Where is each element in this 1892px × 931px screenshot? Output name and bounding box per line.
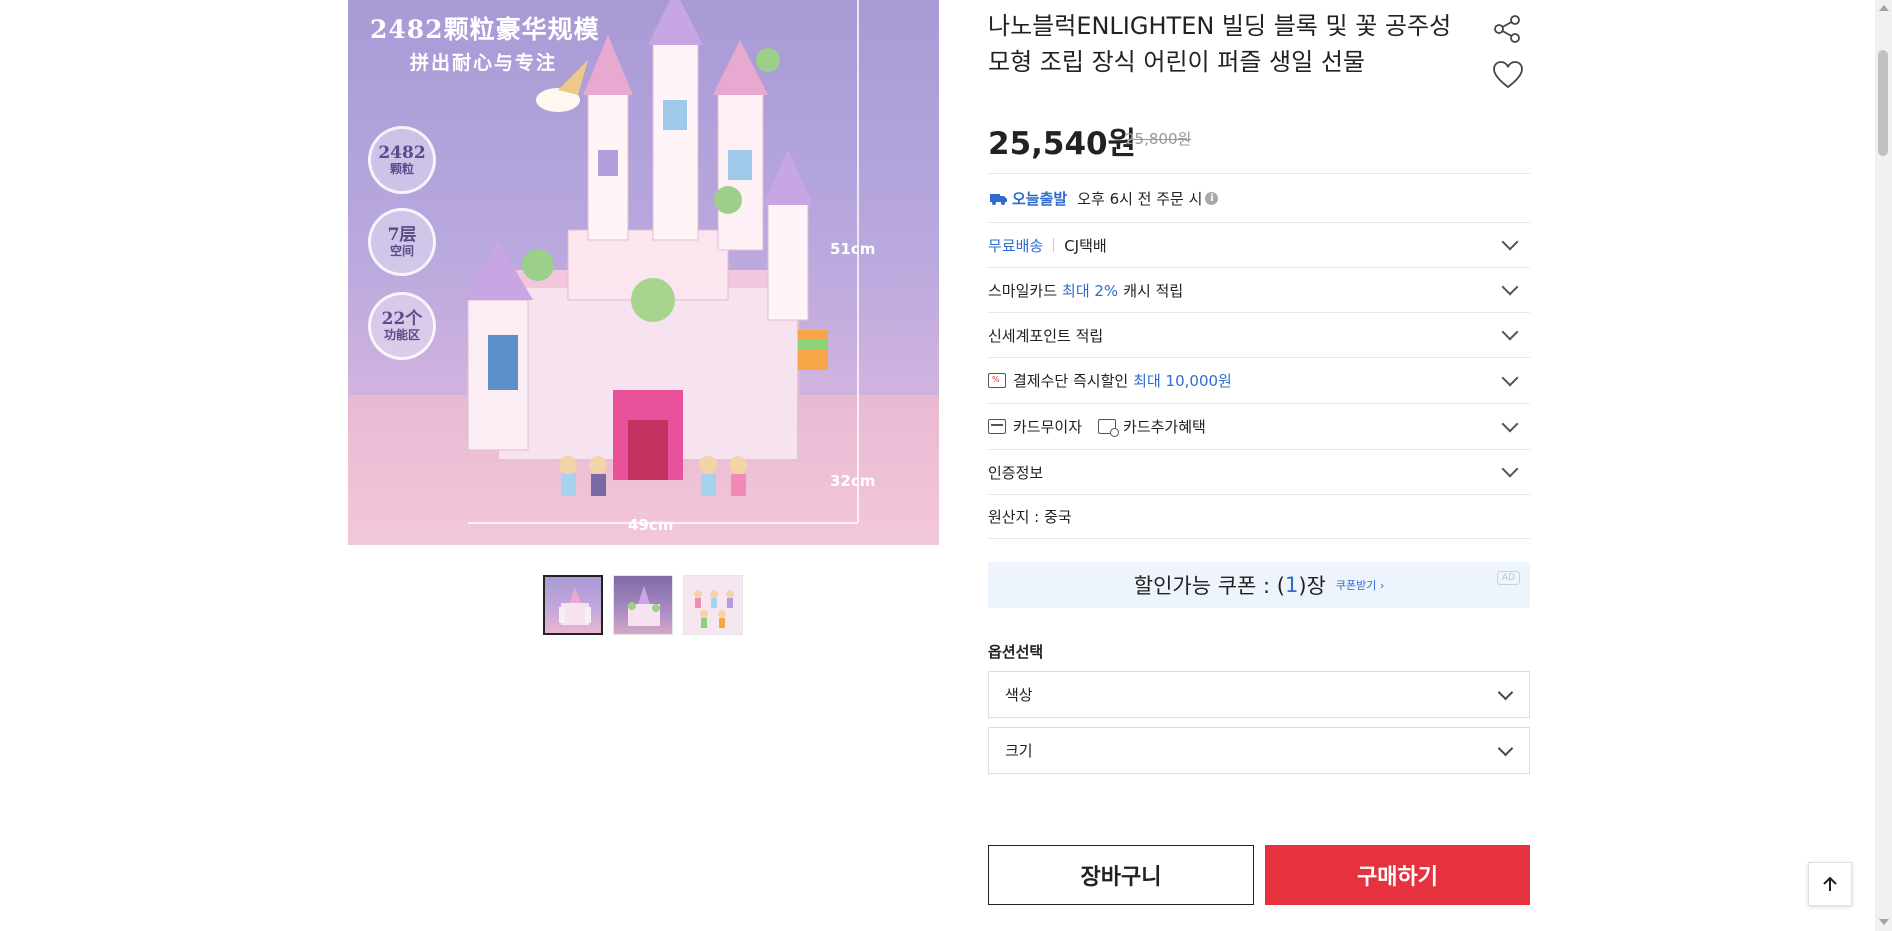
thumbnail-list: [543, 575, 743, 635]
smilecard-highlight: 최대 2%: [1062, 281, 1119, 300]
chevron-down-icon[interactable]: [1501, 323, 1519, 341]
share-icon[interactable]: [1492, 14, 1522, 44]
coupon-count: 1: [1284, 573, 1299, 597]
dimension-width-label: 49cm: [628, 516, 674, 534]
scrollbar[interactable]: [1875, 0, 1892, 931]
dimension-depth-label: 32cm: [830, 472, 876, 490]
option-select-title: 옵션선택: [988, 643, 1044, 661]
product-title: 나노블럭ENLIGHTEN 빌딩 블록 및 꽃 공주성 모형 조립 장식 어린이…: [988, 12, 1452, 76]
add-to-cart-button[interactable]: 장바구니: [988, 845, 1254, 905]
size-select[interactable]: 크기: [988, 727, 1530, 774]
chevron-down-icon: [1497, 684, 1514, 700]
today-shipping-text: 오후 6시 전 주문 시: [1077, 189, 1203, 208]
divider: [1053, 238, 1055, 252]
original-price: 25,800원: [1125, 130, 1192, 148]
delivery-icon: [990, 194, 1007, 205]
thumbnail-3[interactable]: [683, 575, 743, 635]
free-shipping-row[interactable]: 무료배송 CJ택배: [988, 222, 1530, 267]
thumbnail-2[interactable]: [613, 575, 673, 635]
shinsegae-point-row[interactable]: 신세계포인트 적립: [988, 312, 1530, 357]
product-page: 2482颗粒豪华规模 拼出耐心与专注 2482 颗粒 7层 空间 22个 功能区: [0, 0, 1892, 931]
payment-discount-prefix: 결제수단 즉시할인: [1013, 372, 1129, 390]
payment-discount-row[interactable]: % 결제수단 즉시할인 최대 10,000원: [988, 357, 1530, 403]
chevron-down-icon: [1497, 740, 1514, 756]
free-shipping-label: 무료배송: [988, 236, 1044, 255]
image-badge-pieces: 2482 颗粒: [368, 126, 436, 194]
coupon-suffix: )장: [1298, 574, 1326, 598]
scroll-up-arrow-icon[interactable]: [1879, 5, 1889, 11]
image-badge-areas: 22个 功能区: [368, 292, 436, 360]
main-product-image[interactable]: 2482颗粒豪华规模 拼出耐心与专注 2482 颗粒 7层 空间 22个 功能区: [348, 0, 939, 545]
today-shipping-row: 오늘출발 오후 6시 전 주문 시 i: [988, 173, 1530, 222]
color-select-label: 색상: [1005, 686, 1033, 704]
buy-now-button[interactable]: 구매하기: [1265, 845, 1530, 905]
card-installment-label: 카드무이자: [1013, 418, 1083, 436]
origin-text: 원산지 : 중국: [988, 508, 1072, 526]
smilecard-suffix: 캐시 적립: [1123, 281, 1184, 300]
discount-coupon-icon: %: [988, 373, 1006, 388]
image-badge-floors: 7层 空间: [368, 208, 436, 276]
color-select[interactable]: 색상: [988, 671, 1530, 718]
arrow-up-icon: [1823, 876, 1837, 891]
dimension-height-label: 51cm: [830, 240, 876, 258]
chevron-down-icon[interactable]: [1501, 278, 1519, 296]
chevron-down-icon[interactable]: [1501, 415, 1519, 432]
chevron-down-icon[interactable]: [1501, 233, 1519, 251]
shinsegae-point-text: 신세계포인트 적립: [988, 326, 1104, 345]
card-extra-icon: [1098, 419, 1120, 437]
dimension-line-vertical: [857, 0, 859, 437]
smilecard-row[interactable]: 스마일카드 최대 2% 캐시 적립: [988, 267, 1530, 312]
castle-illustration: [463, 0, 828, 496]
carrier-name: CJ택배: [1064, 236, 1107, 255]
origin-row: 원산지 : 중국: [988, 494, 1530, 539]
thumbnail-1[interactable]: [543, 575, 603, 635]
sale-price: 25,540원: [988, 126, 1137, 162]
coupon-prefix: 할인가능 쿠폰 : (: [1133, 574, 1285, 598]
scrollbar-thumb[interactable]: [1878, 50, 1888, 156]
coupon-banner[interactable]: 할인가능 쿠폰 : ( 1 )장 쿠폰받기 › AD: [988, 562, 1530, 608]
payment-discount-highlight: 최대 10,000원: [1133, 372, 1232, 390]
info-icon[interactable]: i: [1205, 191, 1219, 205]
certification-row[interactable]: 인증정보: [988, 449, 1530, 494]
ad-badge: AD: [1496, 571, 1520, 585]
today-shipping-label: 오늘출발: [1012, 189, 1068, 208]
card-extra-label: 카드추가혜택: [1123, 418, 1206, 436]
card-benefit-row[interactable]: 카드무이자 카드추가혜택: [988, 403, 1530, 449]
size-select-label: 크기: [1005, 742, 1033, 760]
heart-icon[interactable]: [1492, 60, 1524, 90]
certification-label: 인증정보: [988, 463, 1044, 482]
chevron-down-icon[interactable]: [1501, 460, 1519, 478]
get-coupon-link[interactable]: 쿠폰받기 ›: [1336, 577, 1384, 593]
scroll-top-button[interactable]: [1808, 862, 1852, 906]
card-icon: [988, 419, 1006, 434]
chevron-down-icon[interactable]: [1501, 369, 1519, 386]
scroll-down-arrow-icon[interactable]: [1879, 919, 1889, 925]
smilecard-prefix: 스마일카드: [988, 281, 1058, 300]
